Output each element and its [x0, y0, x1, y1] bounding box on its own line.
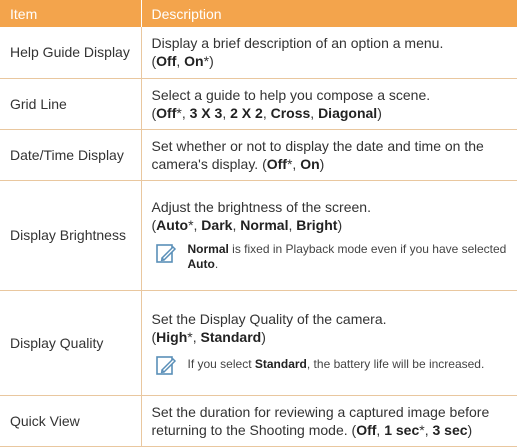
option-label: Bright: [296, 217, 338, 233]
option-label: Auto: [156, 217, 189, 233]
option-label: Standard: [200, 328, 262, 345]
table-row: Help Guide Display Display a brief descr…: [0, 27, 517, 79]
table-row: Quick View Set the duration for reviewin…: [0, 395, 517, 447]
description-text: Display a brief description of an option…: [151, 35, 444, 52]
option-label: On: [300, 155, 320, 172]
note-text-part: , the battery life will be increased.: [306, 357, 485, 371]
row-description: Set the duration for reviewing a capture…: [141, 395, 517, 447]
row-description: Select a guide to help you compose a sce…: [141, 78, 517, 130]
option-label: On: [184, 53, 204, 70]
row-description: Set whether or not to display the date a…: [141, 129, 517, 181]
header-description: Description: [141, 0, 517, 27]
table-row: Date/Time Display Set whether or not to …: [0, 129, 517, 181]
row-item: Display Brightness: [0, 180, 142, 291]
row-item: Date/Time Display: [0, 129, 142, 181]
row-description: Adjust the brightness of the screen. (Au…: [141, 180, 517, 291]
note-text-part: .: [214, 257, 219, 271]
settings-table: Item Description Help Guide Display Disp…: [0, 0, 517, 447]
table-row: Display Quality Set the Display Quality …: [0, 290, 517, 396]
option-label: 3 sec: [432, 421, 468, 438]
description-text: Set the Display Quality of the camera.: [151, 310, 387, 327]
default-marker: *: [176, 104, 182, 121]
description-text: Select a guide to help you compose a sce…: [151, 86, 431, 103]
option-label: Diagonal: [318, 104, 378, 121]
note-pencil-icon: [155, 355, 176, 375]
note-box: If you select Standard, the battery life…: [152, 354, 510, 376]
row-description: Set the Display Quality of the camera. (…: [141, 290, 517, 396]
table-header: Item Description: [0, 0, 517, 27]
default-marker: *: [203, 53, 210, 70]
option-label: 1 sec: [384, 421, 420, 438]
option-label: Cross: [270, 104, 311, 121]
row-item: Grid Line: [0, 78, 142, 130]
description-text: Adjust the brightness of the screen.: [151, 199, 371, 215]
option-label: 3 X 3: [189, 104, 223, 121]
note-bold: Auto: [187, 257, 215, 271]
note-text: Normal is fixed in Playback mode even if…: [188, 242, 510, 272]
row-item: Quick View: [0, 395, 142, 447]
table-row: Grid Line Select a guide to help you com…: [0, 78, 517, 130]
default-marker: *: [188, 217, 194, 233]
note-text-part: is fixed in Playback mode even if you ha…: [228, 242, 507, 256]
default-marker: *: [187, 328, 193, 345]
option-label: Off: [356, 421, 377, 438]
row-item: Display Quality: [0, 290, 142, 396]
default-marker: *: [286, 155, 293, 172]
option-label: Normal: [240, 217, 289, 233]
table-row: Display Brightness Adjust the brightness…: [0, 180, 517, 291]
option-label: Off: [266, 155, 287, 172]
note-pencil-icon: [155, 244, 176, 263]
note-text: If you select Standard, the battery life…: [188, 357, 485, 372]
option-label: 2 X 2: [230, 104, 263, 121]
note-box: Normal is fixed in Playback mode even if…: [152, 242, 510, 272]
header-item: Item: [0, 0, 142, 27]
option-label: Off: [156, 104, 177, 121]
row-item: Help Guide Display: [0, 27, 142, 79]
note-bold: Normal: [187, 242, 229, 256]
note-bold: Standard: [254, 357, 307, 371]
default-marker: *: [419, 421, 425, 438]
option-label: High: [156, 328, 188, 345]
note-text-part: If you select: [187, 357, 255, 371]
option-label: Dark: [201, 217, 233, 233]
row-description: Display a brief description of an option…: [141, 27, 517, 79]
option-label: Off: [156, 53, 177, 70]
